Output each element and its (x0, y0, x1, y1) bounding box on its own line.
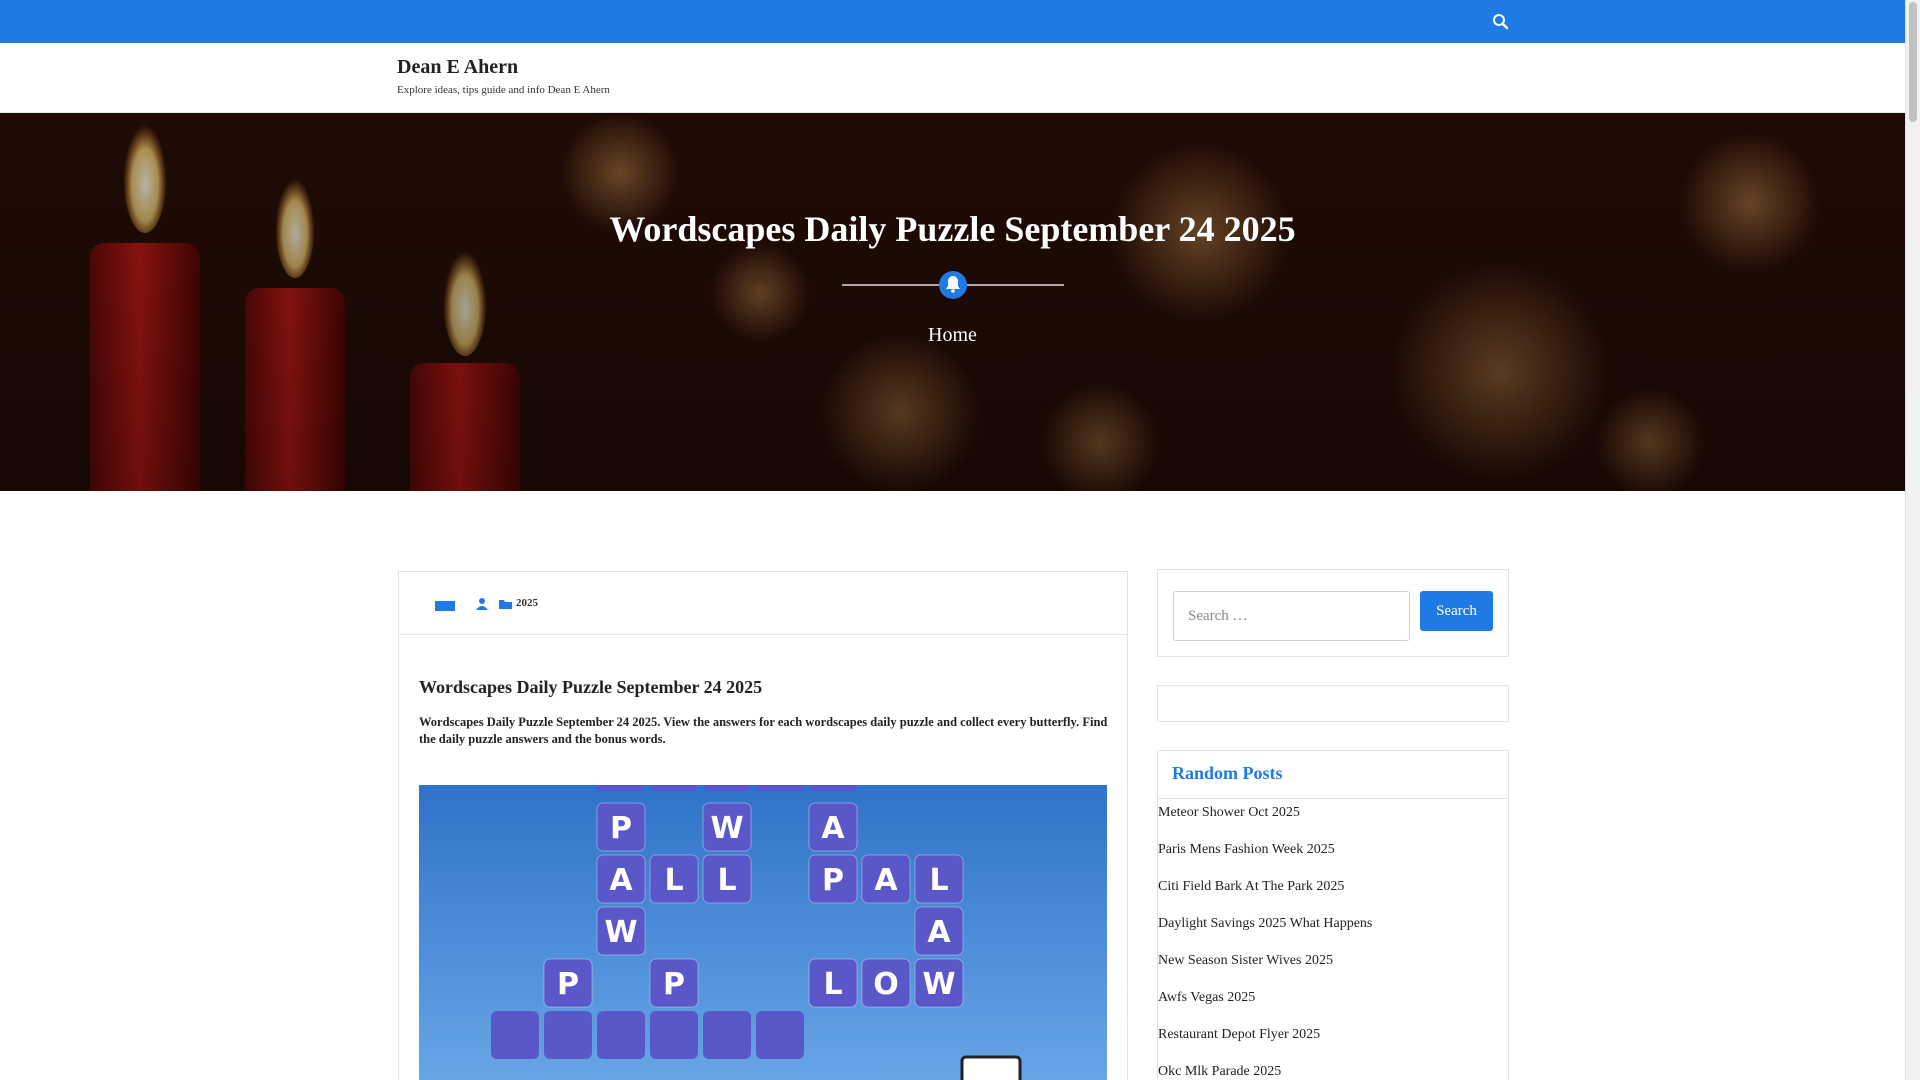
puzzle-tile: L (702, 854, 752, 904)
puzzle-tile-partial (756, 785, 804, 791)
random-post-link[interactable]: Restaurant Depot Flyer 2025 (1158, 1022, 1508, 1059)
puzzle-tile-letter: P (822, 863, 844, 898)
puzzle-tile: W (596, 906, 646, 956)
search-input[interactable] (1173, 591, 1410, 641)
hero-banner: Wordscapes Daily Puzzle September 24 202… (0, 113, 1905, 491)
site-description: Explore ideas, tips guide and info Dean … (397, 84, 610, 96)
puzzle-tile-letter: W (710, 811, 743, 846)
post-featured-image[interactable]: PWAALLPALWAPPLOW (419, 785, 1107, 1080)
puzzle-tile-letter: L (664, 863, 683, 898)
puzzle-tile: A (914, 906, 964, 956)
puzzle-tile: L (914, 854, 964, 904)
puzzle-tile: L (649, 854, 699, 904)
post-category-link[interactable]: 2025 (516, 597, 538, 609)
puzzle-tile-letter: P (610, 811, 632, 846)
random-posts-title: Random Posts (1172, 763, 1283, 783)
puzzle-tile: A (596, 854, 646, 904)
puzzle-tile-letter: O (873, 967, 899, 1002)
puzzle-tile: W (914, 958, 964, 1008)
puzzle-tile: W (702, 802, 752, 852)
puzzle-tile-partial (650, 785, 698, 791)
page-scrollbar[interactable] (1905, 0, 1920, 1080)
bell-icon (939, 271, 967, 299)
page-title: Wordscapes Daily Puzzle September 24 202… (609, 209, 1296, 249)
puzzle-tile: P (596, 802, 646, 852)
puzzle-tile-partial (597, 1011, 645, 1059)
butterfly-bonus-tile (960, 1055, 1022, 1080)
site-header: Dean E Ahern Explore ideas, tips guide a… (0, 43, 1905, 113)
breadcrumb-home[interactable]: Home (0, 324, 1905, 347)
random-post-link[interactable]: Okc Mlk Parade 2025 (1158, 1059, 1508, 1080)
puzzle-tile: A (808, 802, 858, 852)
user-icon[interactable] (475, 597, 489, 611)
puzzle-tile-partial (491, 1011, 539, 1059)
puzzle-tile-partial (544, 1011, 592, 1059)
puzzle-tile-letter: W (922, 967, 955, 1002)
puzzle-tile: A (861, 854, 911, 904)
puzzle-tile-partial (756, 1011, 804, 1059)
puzzle-tile-letter: A (927, 915, 951, 950)
puzzle-tile-letter: L (823, 967, 842, 1002)
puzzle-tile-letter: A (874, 863, 898, 898)
random-post-link[interactable]: Awfs Vegas 2025 (1158, 985, 1508, 1022)
random-post-link[interactable]: Daylight Savings 2025 What Happens (1158, 911, 1508, 948)
puzzle-tile: O (861, 958, 911, 1008)
puzzle-tile-letter: A (609, 863, 633, 898)
puzzle-tile-letter: W (604, 915, 637, 950)
random-posts-list: Meteor Shower Oct 2025 Paris Mens Fashio… (1158, 800, 1508, 1080)
random-post-link[interactable]: Meteor Shower Oct 2025 (1158, 800, 1508, 837)
puzzle-tile-partial (809, 785, 857, 791)
puzzle-tile-letter: A (821, 811, 845, 846)
top-bar (0, 0, 1905, 43)
random-post-link[interactable]: Citi Field Bark At The Park 2025 (1158, 874, 1508, 911)
puzzle-tile: L (808, 958, 858, 1008)
puzzle-tile-letter: L (929, 863, 948, 898)
search-icon[interactable] (1490, 11, 1512, 33)
puzzle-tile-partial (703, 785, 751, 791)
puzzle-tile-letter: P (557, 967, 579, 1002)
puzzle-tile-letter: L (717, 863, 736, 898)
folder-icon (498, 597, 514, 611)
title-divider (842, 270, 1064, 300)
random-posts-header: Random Posts (1158, 751, 1508, 799)
puzzle-tile-partial (703, 1011, 751, 1059)
search-widget: Search (1157, 569, 1509, 657)
search-button[interactable]: Search (1420, 591, 1493, 631)
site-title[interactable]: Dean E Ahern (397, 56, 518, 79)
post-excerpt: Wordscapes Daily Puzzle September 24 202… (419, 715, 1108, 746)
puzzle-tile: P (649, 958, 699, 1008)
empty-widget (1157, 685, 1509, 722)
post-card: 2025 Wordscapes Daily Puzzle September 2… (398, 571, 1128, 1080)
puzzle-tile: P (808, 854, 858, 904)
post-title[interactable]: Wordscapes Daily Puzzle September 24 202… (419, 677, 762, 698)
hero-background-image (0, 113, 1905, 491)
scrollbar-thumb[interactable] (1909, 2, 1917, 122)
post-meta: 2025 (399, 572, 1127, 635)
puzzle-tile-letter: P (663, 967, 685, 1002)
random-post-link[interactable]: New Season Sister Wives 2025 (1158, 948, 1508, 985)
random-posts-widget: Random Posts Meteor Shower Oct 2025 Pari… (1157, 750, 1509, 1080)
random-post-link[interactable]: Paris Mens Fashion Week 2025 (1158, 837, 1508, 874)
calendar-icon[interactable] (435, 601, 455, 611)
puzzle-tile-partial (597, 785, 645, 791)
puzzle-tile: P (543, 958, 593, 1008)
puzzle-tile-partial (650, 1011, 698, 1059)
